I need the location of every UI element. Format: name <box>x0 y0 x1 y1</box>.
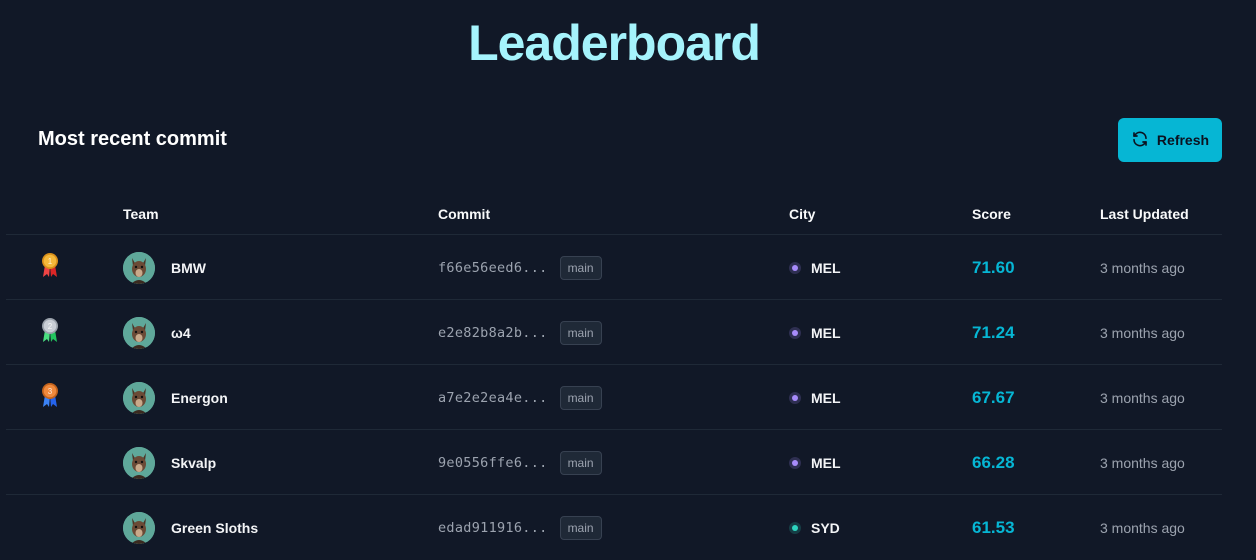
score-value: 61.53 <box>972 517 1015 537</box>
branch-badge: main <box>559 320 602 345</box>
table-row[interactable]: 1 BMW f66e56eed6... main MEL 71.60 3 mon… <box>6 235 1222 300</box>
city-cell: MEL <box>789 365 841 430</box>
score-cell: 67.67 <box>972 365 1015 430</box>
city-dot-icon <box>789 391 801 404</box>
city-dot-icon <box>789 261 801 274</box>
commit-hash[interactable]: a7e2e2ea4e... <box>438 390 548 406</box>
leaderboard-table: Team Commit City Score Last Updated 1 BM… <box>6 196 1222 560</box>
team-avatar <box>123 316 155 349</box>
medal-rank-number: 1 <box>48 257 53 266</box>
branch-badge: main <box>559 515 602 540</box>
refresh-icon <box>1131 130 1149 151</box>
rank-cell: 3 <box>40 365 60 430</box>
city-cell: MEL <box>789 430 841 495</box>
city-name: MEL <box>811 324 841 341</box>
table-row[interactable]: Skvalp 9e0556ffe6... main MEL 66.28 3 mo… <box>6 430 1222 495</box>
team-name[interactable]: Skvalp <box>171 455 216 471</box>
updated-cell: 3 months ago <box>1100 235 1185 300</box>
team-cell: ω4 <box>123 300 191 365</box>
column-header-commit[interactable]: Commit <box>438 206 490 222</box>
last-updated-value: 3 months ago <box>1100 389 1185 406</box>
refresh-button[interactable]: Refresh <box>1118 118 1222 162</box>
table-body: 1 BMW f66e56eed6... main MEL 71.60 3 mon… <box>6 235 1222 560</box>
silver-medal-icon: 2 <box>40 317 60 348</box>
score-cell: 66.28 <box>972 430 1015 495</box>
commit-cell: f66e56eed6... main <box>438 235 602 300</box>
score-cell: 61.53 <box>972 495 1015 560</box>
score-value: 71.24 <box>972 322 1015 342</box>
bronze-medal-icon: 3 <box>40 382 60 413</box>
updated-cell: 3 months ago <box>1100 300 1185 365</box>
column-header-last-updated[interactable]: Last Updated <box>1100 206 1189 222</box>
team-name[interactable]: BMW <box>171 260 206 276</box>
commit-hash[interactable]: 9e0556ffe6... <box>438 455 548 471</box>
city-name: MEL <box>811 454 841 471</box>
refresh-label: Refresh <box>1156 132 1210 148</box>
commit-cell: e2e82b8a2b... main <box>438 300 602 365</box>
branch-badge: main <box>559 450 602 475</box>
team-cell: Energon <box>123 365 228 430</box>
team-avatar <box>123 446 155 479</box>
city-cell: SYD <box>789 495 840 560</box>
city-name: SYD <box>811 519 840 536</box>
commit-hash[interactable]: edad911916... <box>438 520 548 536</box>
team-cell: BMW <box>123 235 206 300</box>
gold-medal-icon: 1 <box>40 252 60 283</box>
team-name[interactable]: Energon <box>171 390 228 406</box>
team-name[interactable]: Green Sloths <box>171 520 258 536</box>
column-header-score[interactable]: Score <box>972 206 1011 222</box>
leaderboard-page: Leaderboard Most recent commit Refresh T… <box>0 0 1256 560</box>
team-avatar <box>123 381 155 414</box>
city-name: MEL <box>811 389 841 406</box>
branch-badge: main <box>559 385 602 410</box>
city-cell: MEL <box>789 300 841 365</box>
updated-cell: 3 months ago <box>1100 495 1185 560</box>
last-updated-value: 3 months ago <box>1100 259 1185 276</box>
updated-cell: 3 months ago <box>1100 365 1185 430</box>
page-title: Leaderboard <box>468 15 761 71</box>
rank-cell: 2 <box>40 300 60 365</box>
column-header-city[interactable]: City <box>789 206 815 222</box>
city-cell: MEL <box>789 235 841 300</box>
commit-hash[interactable]: f66e56eed6... <box>438 260 548 276</box>
score-value: 67.67 <box>972 387 1015 407</box>
commit-cell: edad911916... main <box>438 495 602 560</box>
score-value: 71.60 <box>972 257 1015 277</box>
city-name: MEL <box>811 259 841 276</box>
last-updated-value: 3 months ago <box>1100 519 1185 536</box>
table-row[interactable]: 3 Energon a7e2e2ea4e... main MEL 67.67 3… <box>6 365 1222 430</box>
city-dot-icon <box>789 456 801 469</box>
commit-cell: a7e2e2ea4e... main <box>438 365 602 430</box>
updated-cell: 3 months ago <box>1100 430 1185 495</box>
team-cell: Skvalp <box>123 430 216 495</box>
team-cell: Green Sloths <box>123 495 258 560</box>
last-updated-value: 3 months ago <box>1100 324 1185 341</box>
rank-cell: 1 <box>40 235 60 300</box>
city-dot-icon <box>789 326 801 339</box>
score-cell: 71.60 <box>972 235 1015 300</box>
medal-rank-number: 3 <box>48 387 53 396</box>
commit-cell: 9e0556ffe6... main <box>438 430 602 495</box>
score-value: 66.28 <box>972 452 1015 472</box>
team-avatar <box>123 251 155 284</box>
commit-hash[interactable]: e2e82b8a2b... <box>438 325 548 341</box>
table-row[interactable]: Green Sloths edad911916... main SYD 61.5… <box>6 495 1222 560</box>
column-header-team[interactable]: Team <box>123 206 159 222</box>
table-row[interactable]: 2 ω4 e2e82b8a2b... main MEL 71.24 3 mont… <box>6 300 1222 365</box>
medal-rank-number: 2 <box>48 322 53 331</box>
team-name[interactable]: ω4 <box>171 325 191 341</box>
score-cell: 71.24 <box>972 300 1015 365</box>
city-dot-icon <box>789 521 801 534</box>
table-header: Team Commit City Score Last Updated <box>6 196 1222 235</box>
last-updated-value: 3 months ago <box>1100 454 1185 471</box>
branch-badge: main <box>559 255 602 280</box>
team-avatar <box>123 511 155 544</box>
section-title: Most recent commit <box>38 128 227 150</box>
